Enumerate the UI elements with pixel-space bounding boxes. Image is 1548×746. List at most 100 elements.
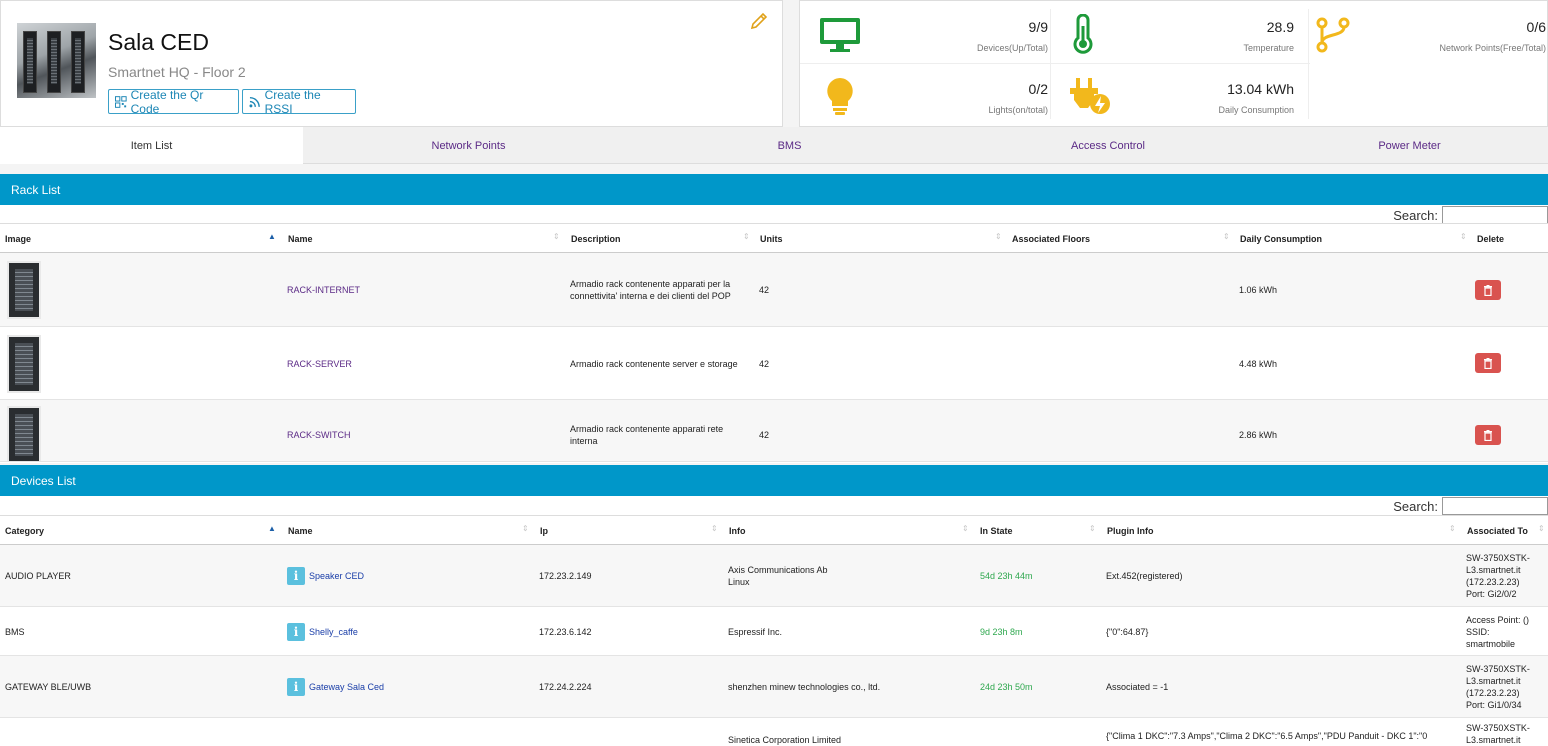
devices-search: Search:: [1393, 496, 1548, 516]
stat-devices: 9/9 Devices(Up/Total): [800, 1, 1050, 63]
device-info: Sinetica Corporation Limited: [728, 735, 842, 745]
tab-bar: Item List Network Points BMS Access Cont…: [0, 127, 1548, 164]
rack-image: [7, 261, 41, 319]
device-state: 9d 23h 8m: [980, 626, 1023, 637]
sort-icon: ⇕: [1223, 232, 1230, 241]
rack-description: Armadio rack contenente apparati rete in…: [570, 424, 724, 446]
device-associated-to: SW-3750XSTK- L3.smartnet.it: [1466, 723, 1530, 745]
rss-feed-icon: [249, 96, 260, 107]
device-info: Axis Communications Ab Linux: [728, 565, 828, 587]
col-associated-to[interactable]: Associated To: [1467, 516, 1528, 546]
pencil-icon[interactable]: [749, 11, 769, 31]
create-qr-code-label: Create the Qr Code: [130, 87, 204, 116]
consumption-value: 13.04 kWh: [1227, 81, 1294, 97]
create-qr-code-button[interactable]: Create the Qr Code: [108, 87, 239, 116]
room-title: Sala CED: [108, 29, 209, 55]
rack-image: [7, 335, 41, 393]
delete-button[interactable]: [1475, 425, 1501, 445]
table-row: RACK-SERVER Armadio rack contenente serv…: [0, 327, 1548, 400]
tab-access-control[interactable]: Access Control: [945, 127, 1271, 164]
delete-button[interactable]: [1475, 280, 1501, 300]
rack-name-link[interactable]: RACK-SERVER: [287, 327, 352, 400]
device-name-link[interactable]: Gateway Sala Ced: [309, 681, 384, 693]
device-name-link[interactable]: Speaker CED: [309, 570, 364, 582]
devices-value: 9/9: [1028, 19, 1048, 35]
col-plugin-info[interactable]: Plugin Info: [1107, 516, 1154, 546]
create-rssi-button[interactable]: Create the RSSI: [242, 87, 356, 116]
rack-table-header: Image ▲ Name ⇕ Description ⇕ Units ⇕ Ass…: [0, 223, 1548, 253]
sort-icon: ⇕: [553, 232, 560, 241]
device-plugin-info: Associated = -1: [1106, 682, 1169, 692]
device-associated-to: SW-3750XSTK- L3.smartnet.it (172.23.2.23…: [1466, 664, 1530, 710]
monitor-icon: [820, 18, 860, 52]
table-row: Sinetica Corporation Limited {"Clima 1 D…: [0, 718, 1548, 746]
col-info[interactable]: Info: [729, 516, 746, 546]
col-description[interactable]: Description: [571, 224, 621, 254]
col-associated-floors[interactable]: Associated Floors: [1012, 224, 1090, 254]
device-plugin-info: Ext.452(registered): [1106, 571, 1183, 581]
info-icon[interactable]: i: [287, 622, 305, 641]
rack-search-input[interactable]: [1442, 206, 1548, 224]
rack-name-link[interactable]: RACK-SWITCH: [287, 400, 351, 461]
device-ip: 172.23.6.142: [539, 626, 592, 637]
devices-table-header: Category ▲ Name ⇕ Ip ⇕ Info ⇕ In State ⇕…: [0, 515, 1548, 545]
table-row: AUDIO PLAYER i Speaker CED 172.23.2.149 …: [0, 545, 1548, 607]
table-row: GATEWAY BLE/UWB i Gateway Sala Ced 172.2…: [0, 656, 1548, 718]
tab-power-meter[interactable]: Power Meter: [1271, 127, 1548, 164]
device-ip: 172.24.2.224: [539, 682, 592, 692]
tab-network-points[interactable]: Network Points: [303, 127, 634, 164]
device-ip: 172.23.2.149: [539, 571, 592, 581]
device-info: Espressif Inc.: [728, 626, 783, 637]
device-plugin-info: {"0":64.87}: [1106, 626, 1149, 637]
tab-item-list[interactable]: Item List: [0, 127, 303, 164]
rack-units: 42: [759, 285, 770, 295]
sort-icon: ⇕: [1538, 524, 1545, 533]
room-stats-card: 9/9 Devices(Up/Total) 28.9 Temperature 0…: [799, 0, 1548, 127]
col-daily-consumption[interactable]: Daily Consumption: [1240, 224, 1322, 254]
info-icon[interactable]: i: [287, 567, 305, 585]
create-rssi-label: Create the RSSI: [264, 87, 321, 116]
plug-icon: [1070, 78, 1110, 114]
room-card: Sala CED Smartnet HQ - Floor 2 Create th…: [0, 0, 783, 127]
sort-icon: ⇕: [522, 524, 529, 533]
rack-search-label: Search:: [1393, 207, 1438, 223]
rack-list-header: Rack List: [0, 174, 1548, 205]
thermometer-icon: [1073, 14, 1093, 54]
device-plugin-info: {"Clima 1 DKC":"7.3 Amps","Clima 2 DKC":…: [1106, 731, 1428, 741]
col-units[interactable]: Units: [760, 224, 783, 254]
rack-consumption: 2.86 kWh: [1239, 430, 1278, 440]
device-category: GATEWAY BLE/UWB: [5, 682, 92, 692]
bulb-icon: [827, 78, 853, 115]
temperature-label: Temperature: [1243, 43, 1294, 53]
col-in-state[interactable]: In State: [980, 516, 1013, 546]
col-image[interactable]: Image: [5, 224, 31, 254]
stat-lights: 0/2 Lights(on/total): [800, 63, 1050, 125]
consumption-label: Daily Consumption: [1218, 105, 1294, 115]
devices-search-input[interactable]: [1442, 497, 1548, 515]
stat-daily-consumption: 13.04 kWh Daily Consumption: [1050, 63, 1296, 125]
devices-table: Category ▲ Name ⇕ Ip ⇕ Info ⇕ In State ⇕…: [0, 515, 1548, 746]
rack-search: Search:: [1393, 205, 1548, 225]
device-associated-to: SW-3750XSTK- L3.smartnet.it (172.23.2.23…: [1466, 553, 1530, 599]
device-name: i Gateway Sala Ced: [287, 656, 384, 718]
temperature-value: 28.9: [1266, 19, 1294, 35]
rack-description: Armadio rack contenente server e storage: [570, 358, 738, 369]
sort-icon: ⇕: [1089, 524, 1096, 533]
tab-bms[interactable]: BMS: [634, 127, 945, 164]
sort-icon: ⇕: [711, 524, 718, 533]
rack-description: Armadio rack contenente apparati per la …: [570, 279, 731, 301]
col-delete[interactable]: Delete: [1477, 224, 1504, 254]
col-ip[interactable]: Ip: [540, 516, 548, 546]
rack-name-link[interactable]: RACK-INTERNET: [287, 253, 360, 327]
col-name[interactable]: Name: [288, 516, 313, 546]
col-name[interactable]: Name: [288, 224, 313, 254]
network-points-value: 0/6: [1526, 19, 1546, 35]
info-icon[interactable]: i: [287, 678, 305, 696]
sort-icon: ⇕: [962, 524, 969, 533]
col-category[interactable]: Category: [5, 516, 44, 546]
device-name-link[interactable]: Shelly_caffe: [309, 626, 358, 638]
rack-consumption: 4.48 kWh: [1239, 358, 1278, 369]
delete-button[interactable]: [1475, 353, 1501, 373]
table-row: BMS i Shelly_caffe 172.23.6.142 Espressi…: [0, 607, 1548, 656]
sort-asc-icon: ▲: [268, 232, 276, 241]
